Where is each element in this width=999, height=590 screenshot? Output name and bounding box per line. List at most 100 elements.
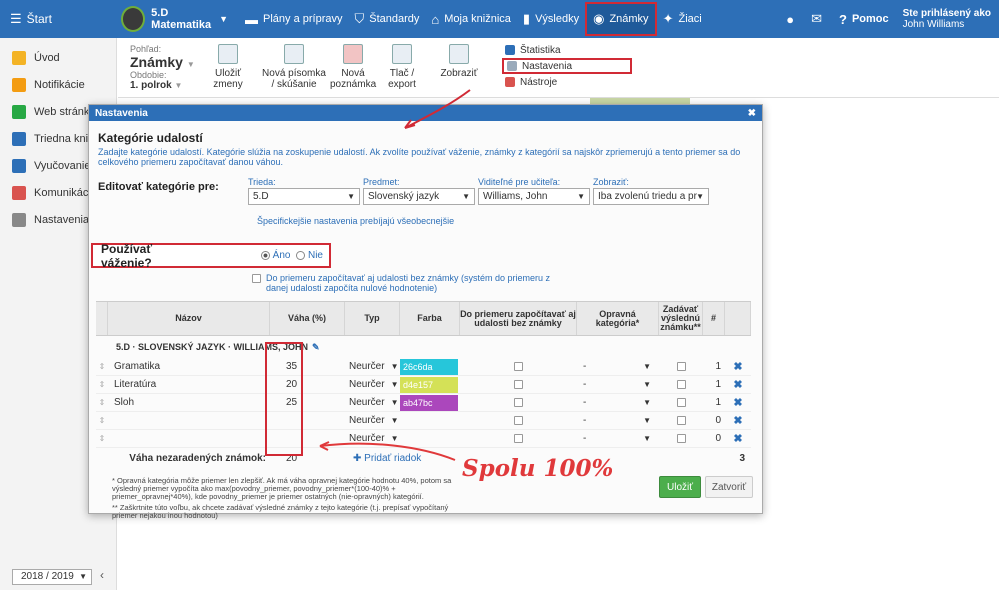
- new-test-button[interactable]: Nová písomka / skúšanie: [262, 44, 326, 90]
- class-filter: Trieda: 5.D: [248, 177, 360, 205]
- drag-handle-icon[interactable]: ⇕: [96, 376, 108, 394]
- school-year-value: 2018 / 2019: [21, 571, 74, 582]
- category-name-input[interactable]: Gramatika: [108, 358, 270, 376]
- nav-library[interactable]: ⌂ Moja knižnica: [425, 0, 517, 38]
- chat-button[interactable]: ●: [780, 0, 805, 38]
- show-select[interactable]: Iba zvolenú triedu a pr: [593, 188, 709, 205]
- category-name-input[interactable]: [108, 412, 270, 430]
- print-button[interactable]: Tlač / export: [384, 44, 420, 90]
- drag-handle-icon[interactable]: ⇕: [96, 358, 108, 376]
- category-name-input[interactable]: Literatúra: [108, 376, 270, 394]
- include-ungraded-checkbox[interactable]: [252, 274, 261, 283]
- menu-tools[interactable]: Nástroje: [502, 74, 632, 90]
- subject-select[interactable]: Slovenský jazyk: [363, 188, 475, 205]
- category-name-input[interactable]: Sloh: [108, 394, 270, 412]
- final-checkbox[interactable]: [676, 362, 686, 371]
- drag-handle-icon[interactable]: ⇕: [96, 394, 108, 412]
- corrective-select[interactable]: - ▼: [577, 412, 659, 430]
- school-year-select[interactable]: 2018 / 2019 ▼: [12, 569, 92, 585]
- radio-yes[interactable]: [261, 251, 270, 260]
- final-checkbox[interactable]: [676, 380, 686, 389]
- corrective-select[interactable]: - ▼: [577, 358, 659, 376]
- close-icon[interactable]: ✖: [748, 108, 756, 119]
- include-checkbox[interactable]: [514, 362, 523, 371]
- color-swatch[interactable]: d4e157: [400, 376, 458, 393]
- delete-row-icon[interactable]: ✖: [725, 430, 751, 448]
- radio-no-label[interactable]: Nie: [308, 250, 323, 261]
- include-checkbox[interactable]: [514, 398, 523, 407]
- view-selector[interactable]: Pohľad: Známky ▼ Obdobie: 1. polrok ▼: [130, 44, 196, 91]
- include-checkbox[interactable]: [514, 380, 523, 389]
- delete-row-icon[interactable]: ✖: [725, 358, 751, 376]
- nav-standards-label: Štandardy: [369, 13, 420, 25]
- final-checkbox[interactable]: [676, 416, 686, 425]
- nav-grades[interactable]: ◉ Známky: [585, 2, 657, 36]
- nav-standards[interactable]: ⛉ Štandardy: [348, 0, 425, 38]
- corrective-value: -: [583, 361, 587, 372]
- close-button[interactable]: Zatvoriť: [705, 476, 753, 498]
- start-menu-button[interactable]: ☰ Štart: [0, 0, 115, 38]
- header-include[interactable]: Do priemeru započítavať aj udalosti bez …: [460, 302, 577, 335]
- header-corrective[interactable]: Opravná kategória*: [577, 302, 659, 335]
- drag-handle-icon[interactable]: ⇕: [96, 430, 108, 448]
- category-color-cell: [400, 430, 460, 448]
- drag-handle-icon[interactable]: ⇕: [96, 412, 108, 430]
- class-select[interactable]: 5.D: [248, 188, 360, 205]
- radio-yes-label[interactable]: Áno: [273, 250, 291, 261]
- plans-icon: ▬: [245, 11, 258, 27]
- category-type-select[interactable]: Neurčer ▼: [345, 358, 400, 376]
- save-button[interactable]: Uložiť: [659, 476, 701, 498]
- color-swatch[interactable]: 26c6da: [400, 358, 458, 375]
- header-weight[interactable]: Váha (%): [270, 302, 345, 335]
- radio-no[interactable]: [296, 251, 305, 260]
- final-checkbox[interactable]: [676, 434, 686, 443]
- help-button[interactable]: ? Pomoc: [833, 0, 895, 38]
- category-type-select[interactable]: Neurčer ▼: [345, 430, 400, 448]
- grid-icon: [449, 44, 469, 64]
- include-checkbox[interactable]: [514, 434, 523, 443]
- corrective-select[interactable]: - ▼: [577, 394, 659, 412]
- teacher-select[interactable]: Williams, John: [478, 188, 590, 205]
- header-type[interactable]: Typ: [345, 302, 400, 335]
- header-final[interactable]: Zadávať výslednú známku**: [659, 302, 703, 335]
- caret-down-icon: ▼: [643, 398, 651, 407]
- delete-row-icon[interactable]: ✖: [725, 394, 751, 412]
- category-type-select[interactable]: Neurčer ▼: [345, 376, 400, 394]
- final-checkbox[interactable]: [676, 398, 686, 407]
- include-checkbox[interactable]: [514, 416, 523, 425]
- header-count[interactable]: #: [703, 302, 725, 335]
- category-color-cell: ab47bc: [400, 394, 460, 412]
- corrective-select[interactable]: - ▼: [577, 430, 659, 448]
- collapse-sidebar-icon[interactable]: ‹: [100, 568, 104, 582]
- delete-row-icon[interactable]: ✖: [725, 412, 751, 430]
- color-swatch[interactable]: ab47bc: [400, 394, 458, 411]
- user-info[interactable]: Ste prihlásený ako John Williams: [895, 8, 999, 30]
- class-name: 5.D: [151, 7, 169, 19]
- nav-plans[interactable]: ▬ Plány a prípravy: [239, 0, 348, 38]
- menu-statistics[interactable]: Štatistika: [502, 42, 632, 58]
- sidebar-item-label: Nastavenia: [34, 213, 90, 226]
- header-name[interactable]: Názov: [108, 302, 270, 335]
- nav-results[interactable]: ▮ Výsledky: [517, 0, 585, 38]
- pencil-icon[interactable]: ✎: [312, 342, 320, 353]
- sidebar-item[interactable]: Notifikácie: [0, 71, 116, 98]
- header-color[interactable]: Farba: [400, 302, 460, 335]
- show-filter-label: Zobraziť:: [593, 177, 629, 187]
- class-selector[interactable]: 5.D Matematika ▼: [115, 0, 239, 38]
- show-button[interactable]: Zobraziť: [434, 44, 484, 79]
- menu-settings[interactable]: Nastavenia: [502, 58, 632, 74]
- save-changes-button[interactable]: Uložiť zmeny: [208, 44, 248, 90]
- new-note-button[interactable]: Nová poznámka: [330, 44, 376, 90]
- mail-button[interactable]: ✉: [805, 0, 833, 38]
- filter-note: Špecifickejšie nastavenia prebíjajú všeo…: [257, 216, 455, 226]
- sidebar-item[interactable]: Úvod: [0, 44, 116, 71]
- table-row: ⇕ Sloh 25 Neurčer ▼ ab47bc - ▼ 1 ✖: [96, 394, 751, 412]
- category-name-input[interactable]: [108, 430, 270, 448]
- corrective-select[interactable]: - ▼: [577, 376, 659, 394]
- category-type-select[interactable]: Neurčer ▼: [345, 394, 400, 412]
- nav-students[interactable]: ✦ Žiaci: [657, 0, 708, 38]
- delete-row-icon[interactable]: ✖: [725, 376, 751, 394]
- ribbon-menu: Štatistika Nastavenia Nástroje: [502, 42, 632, 90]
- category-type-select[interactable]: Neurčer ▼: [345, 412, 400, 430]
- bar-chart-icon: ▮: [522, 11, 531, 26]
